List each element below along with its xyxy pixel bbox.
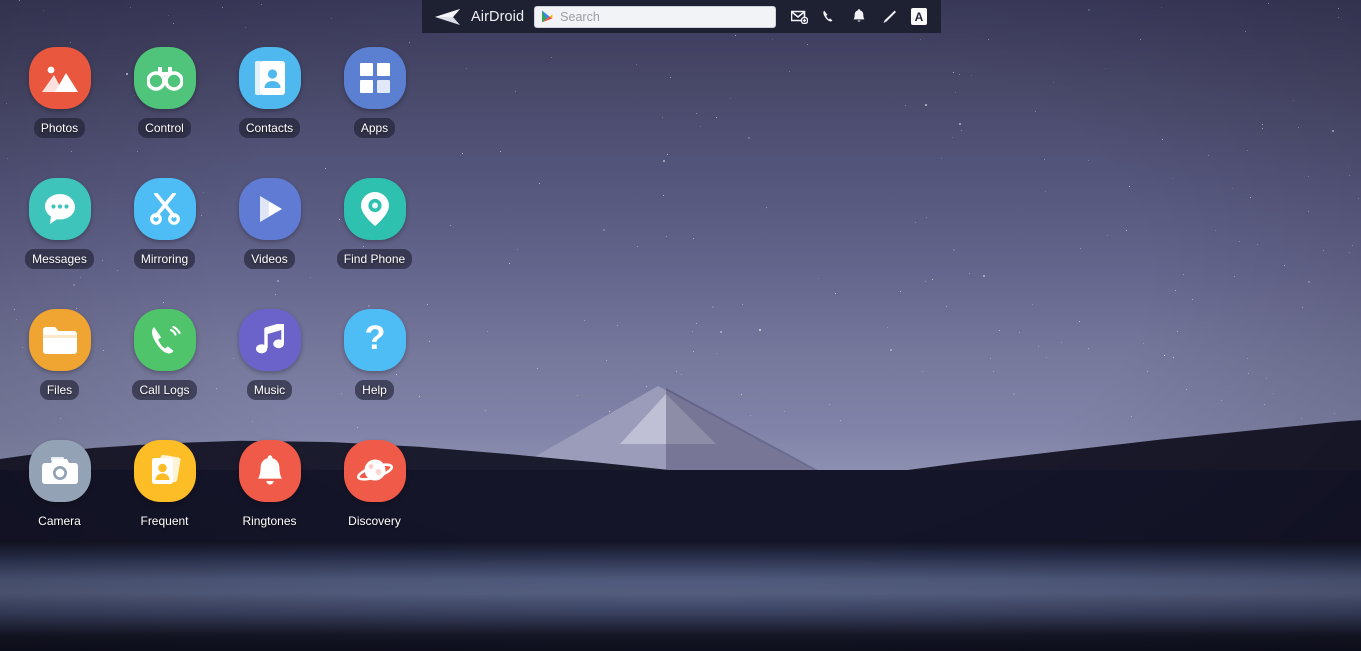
play-icon: [238, 178, 301, 240]
text-tool-icon[interactable]: A: [904, 0, 934, 33]
new-message-icon[interactable]: [784, 0, 814, 33]
desktop-icon-label: Music: [246, 380, 293, 400]
music-note-icon: [238, 309, 301, 371]
notifications-icon[interactable]: [844, 0, 874, 33]
compose-icon[interactable]: [874, 0, 904, 33]
contacts-icon: [238, 47, 301, 109]
search-input[interactable]: Search: [534, 5, 776, 28]
camera-icon: [28, 440, 91, 502]
desktop-icon-discovery[interactable]: Discovery: [322, 440, 427, 550]
desktop-icon-label: Control: [138, 118, 191, 138]
desktop-icon-ringtones[interactable]: Ringtones: [217, 440, 322, 550]
desktop-icon-apps[interactable]: Apps: [322, 47, 427, 157]
desktop-icon-label: Photos: [33, 118, 86, 138]
desktop-icon-contacts[interactable]: Contacts: [217, 47, 322, 157]
desktop-icon-call-logs[interactable]: Call Logs: [112, 309, 217, 419]
desktop-icon-label: Videos: [244, 249, 295, 269]
frequent-icon: [133, 440, 196, 502]
photos-icon: [28, 47, 91, 109]
desktop-icon-frequent[interactable]: Frequent: [112, 440, 217, 550]
desktop-icon-label: Messages: [25, 249, 94, 269]
binoculars-icon: [133, 47, 196, 109]
desktop-icon-grid: Photos Control Contacts Apps Messages Mirrori…: [0, 47, 430, 567]
call-icon[interactable]: [814, 0, 844, 33]
chat-bubble-icon: [28, 178, 91, 240]
desktop-icon-label: Frequent: [140, 514, 189, 528]
search-placeholder: Search: [560, 9, 600, 24]
desktop-icon-music[interactable]: Music: [217, 309, 322, 419]
desktop-icon-label: Camera: [38, 514, 81, 528]
folder-icon: [28, 309, 91, 371]
scissors-icon: [133, 178, 196, 240]
desktop-icon-label: Discovery: [348, 514, 401, 528]
desktop-icon-label: Help: [355, 380, 394, 400]
desktop-icon-control[interactable]: Control: [112, 47, 217, 157]
svg-text:?: ?: [364, 323, 385, 357]
desktop-icon-mirroring[interactable]: Mirroring: [112, 178, 217, 288]
desktop-icon-help[interactable]: ? Help: [322, 309, 427, 419]
bell-icon: [238, 440, 301, 502]
planet-icon: [343, 440, 406, 502]
brand-name: AirDroid: [471, 8, 525, 25]
desktop-icon-files[interactable]: Files: [7, 309, 112, 419]
desktop-icon-label: Files: [39, 380, 80, 400]
google-play-icon: [542, 10, 553, 23]
airdroid-logo[interactable]: AirDroid: [434, 8, 525, 25]
grid-icon: [343, 47, 406, 109]
desktop-icon-photos[interactable]: Photos: [7, 47, 112, 157]
map-pin-icon: [343, 178, 406, 240]
top-toolbar: AirDroid Search A: [422, 0, 941, 33]
toolbar-actions: A: [784, 0, 934, 33]
desktop-icon-videos[interactable]: Videos: [217, 178, 322, 288]
airdroid-paper-plane-logo-icon: [435, 8, 460, 25]
question-icon: ?: [343, 309, 406, 371]
desktop-icon-label: Contacts: [238, 118, 301, 138]
desktop-icon-label: Apps: [353, 118, 396, 138]
phone-icon: [133, 309, 196, 371]
desktop-icon-messages[interactable]: Messages: [7, 178, 112, 288]
desktop-icon-label: Find Phone: [336, 249, 413, 269]
desktop-icon-find-phone[interactable]: Find Phone: [322, 178, 427, 288]
letter-a-icon: A: [911, 8, 927, 25]
desktop-icon-camera[interactable]: Camera: [7, 440, 112, 550]
desktop-icon-label: Mirroring: [133, 249, 196, 269]
desktop-icon-label: Call Logs: [132, 380, 197, 400]
desktop-icon-label: Ringtones: [242, 514, 297, 528]
